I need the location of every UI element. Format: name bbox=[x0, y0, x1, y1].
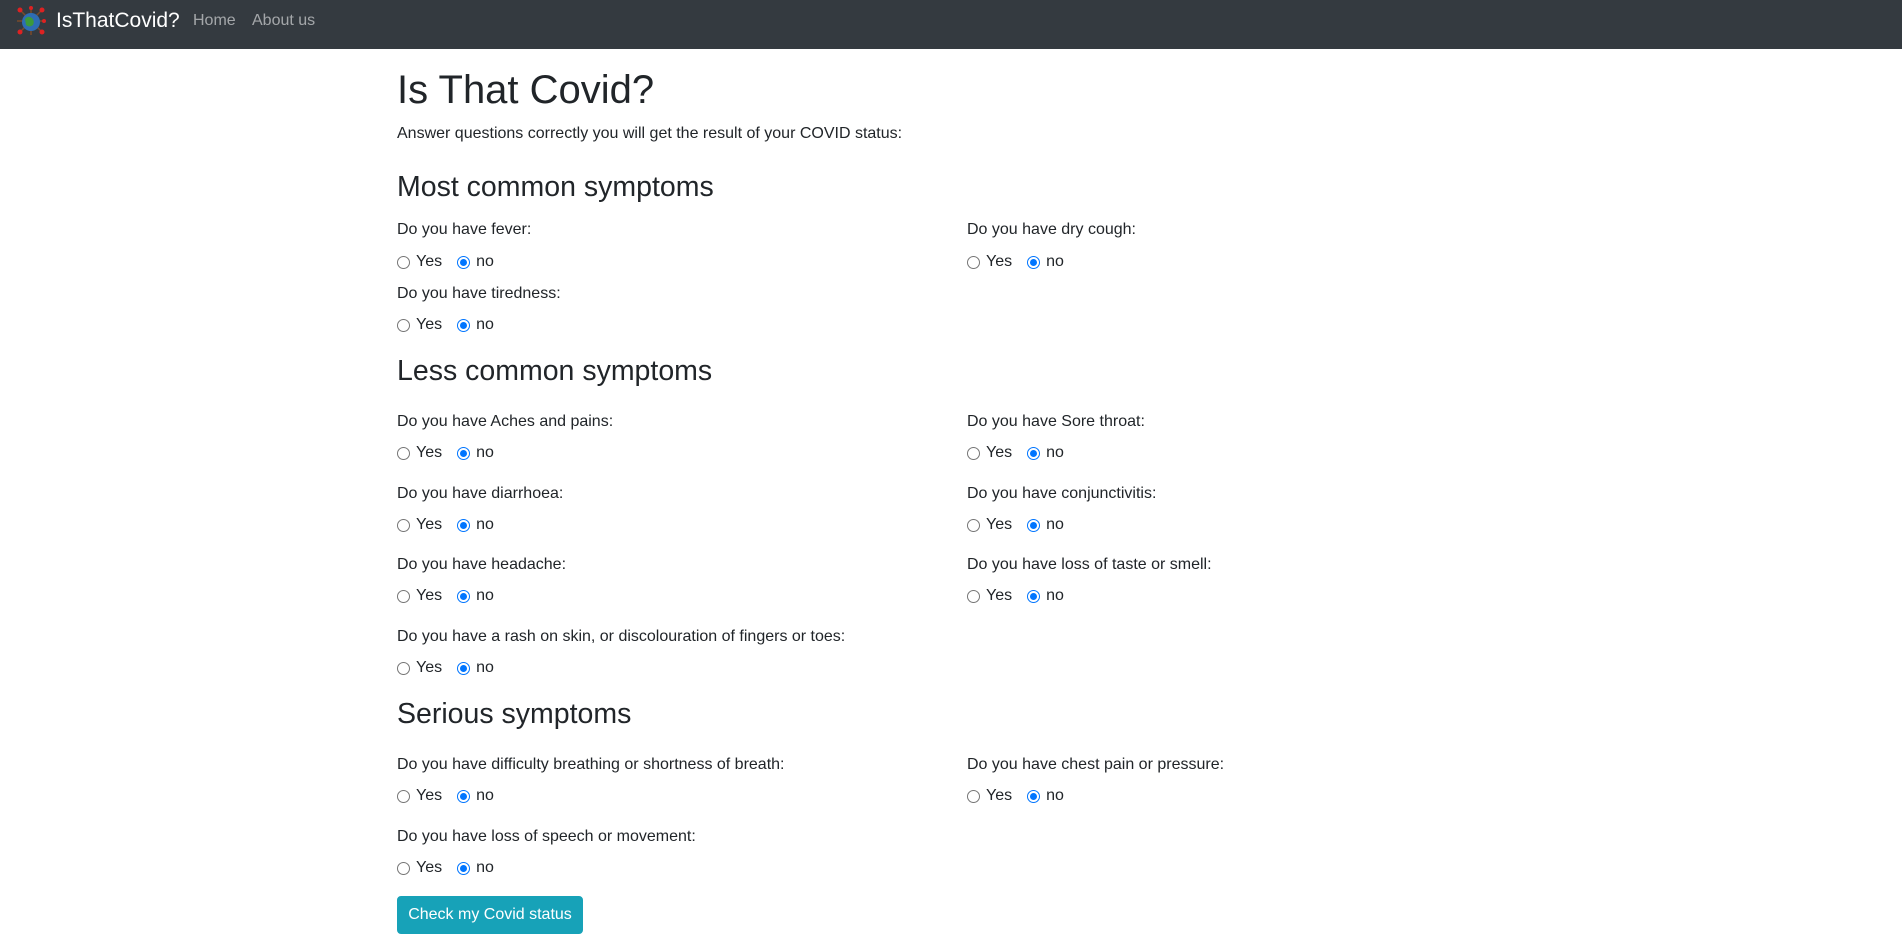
section-title-serious: Serious symptoms bbox=[397, 698, 632, 730]
question-conjunctivitis: Do you have conjunctivitis: bbox=[967, 485, 1157, 502]
radio-fever-yes[interactable] bbox=[397, 255, 410, 269]
radio-label-no[interactable]: no bbox=[476, 587, 494, 605]
radio-label-no[interactable]: no bbox=[476, 659, 494, 677]
radio-aches-no[interactable] bbox=[457, 446, 471, 460]
question-tiredness: Do you have tiredness: bbox=[397, 285, 561, 302]
section-title-less-common: Less common symptoms bbox=[397, 355, 713, 387]
radio-sore-throat-no[interactable] bbox=[1027, 446, 1041, 460]
question-chest-pain: Do you have chest pain or pressure: bbox=[967, 756, 1225, 773]
radio-group-rash: Yes no bbox=[397, 658, 509, 678]
question-diarrhoea: Do you have diarrhoea: bbox=[397, 485, 564, 502]
radio-label-yes[interactable]: Yes bbox=[416, 316, 442, 334]
radio-rash-no[interactable] bbox=[457, 661, 471, 675]
radio-group-tiredness: Yes no bbox=[397, 315, 509, 335]
radio-breathing-yes[interactable] bbox=[397, 789, 410, 803]
question-dry-cough: Do you have dry cough: bbox=[967, 221, 1136, 238]
question-fever: Do you have fever: bbox=[397, 221, 532, 238]
radio-label-no[interactable]: no bbox=[476, 516, 494, 534]
question-rash: Do you have a rash on skin, or discolour… bbox=[397, 628, 846, 645]
navbar: IsThatCovid? Home About us bbox=[0, 0, 1902, 49]
radio-label-no[interactable]: no bbox=[476, 253, 494, 271]
radio-label-no[interactable]: no bbox=[476, 316, 494, 334]
radio-label-no[interactable]: no bbox=[1046, 516, 1064, 534]
radio-conjunctivitis-no[interactable] bbox=[1027, 518, 1041, 532]
virus-logo-icon bbox=[17, 6, 46, 35]
question-taste-smell: Do you have loss of taste or smell: bbox=[967, 556, 1212, 573]
intro-text: Answer questions correctly you will get … bbox=[397, 125, 903, 142]
brand[interactable]: IsThatCovid? bbox=[16, 6, 180, 36]
radio-headache-yes[interactable] bbox=[397, 589, 410, 603]
radio-diarrhoea-yes[interactable] bbox=[397, 518, 410, 532]
radio-label-yes[interactable]: Yes bbox=[986, 253, 1012, 271]
radio-label-yes[interactable]: Yes bbox=[986, 787, 1012, 805]
radio-chest-pain-yes[interactable] bbox=[967, 789, 980, 803]
radio-label-no[interactable]: no bbox=[1046, 787, 1064, 805]
radio-label-yes[interactable]: Yes bbox=[416, 516, 442, 534]
radio-chest-pain-no[interactable] bbox=[1027, 789, 1041, 803]
radio-label-no[interactable]: no bbox=[1046, 253, 1064, 271]
radio-tiredness-no[interactable] bbox=[457, 318, 471, 332]
question-headache: Do you have headache: bbox=[397, 556, 567, 573]
radio-label-yes[interactable]: Yes bbox=[416, 787, 442, 805]
radio-label-yes[interactable]: Yes bbox=[416, 444, 442, 462]
radio-conjunctivitis-yes[interactable] bbox=[967, 518, 980, 532]
radio-label-yes[interactable]: Yes bbox=[416, 253, 442, 271]
radio-fever-no[interactable] bbox=[457, 255, 471, 269]
radio-group-fever: Yes no bbox=[397, 252, 509, 272]
nav-about-link[interactable]: About us bbox=[252, 11, 315, 31]
radio-tiredness-yes[interactable] bbox=[397, 318, 410, 332]
radio-group-aches: Yes no bbox=[397, 443, 509, 463]
radio-taste-smell-no[interactable] bbox=[1027, 589, 1041, 603]
radio-label-yes[interactable]: Yes bbox=[986, 444, 1012, 462]
radio-speech-yes[interactable] bbox=[397, 861, 410, 875]
radio-label-no[interactable]: no bbox=[476, 444, 494, 462]
radio-group-breathing: Yes no bbox=[397, 786, 509, 806]
question-breathing: Do you have difficulty breathing or shor… bbox=[397, 756, 785, 773]
radio-label-no[interactable]: no bbox=[1046, 587, 1064, 605]
radio-group-dry-cough: Yes no bbox=[967, 252, 1079, 272]
question-sore-throat: Do you have Sore throat: bbox=[967, 413, 1145, 430]
question-speech: Do you have loss of speech or movement: bbox=[397, 828, 696, 845]
radio-aches-yes[interactable] bbox=[397, 446, 410, 460]
radio-group-headache: Yes no bbox=[397, 586, 509, 606]
radio-label-yes[interactable]: Yes bbox=[416, 859, 442, 877]
radio-group-speech: Yes no bbox=[397, 858, 509, 878]
radio-dry-cough-yes[interactable] bbox=[967, 255, 980, 269]
radio-group-taste-smell: Yes no bbox=[967, 586, 1079, 606]
radio-rash-yes[interactable] bbox=[397, 661, 410, 675]
radio-diarrhoea-no[interactable] bbox=[457, 518, 471, 532]
radio-dry-cough-no[interactable] bbox=[1027, 255, 1041, 269]
radio-speech-no[interactable] bbox=[457, 861, 471, 875]
brand-name: IsThatCovid? bbox=[56, 9, 180, 32]
radio-group-sore-throat: Yes no bbox=[967, 443, 1079, 463]
radio-label-no[interactable]: no bbox=[476, 787, 494, 805]
radio-group-conjunctivitis: Yes no bbox=[967, 515, 1079, 535]
nav-home-link[interactable]: Home bbox=[193, 11, 236, 31]
check-status-button[interactable]: Check my Covid status bbox=[397, 896, 583, 934]
radio-group-chest-pain: Yes no bbox=[967, 786, 1079, 806]
radio-label-yes[interactable]: Yes bbox=[416, 659, 442, 677]
radio-sore-throat-yes[interactable] bbox=[967, 446, 980, 460]
radio-breathing-no[interactable] bbox=[457, 789, 471, 803]
radio-label-no[interactable]: no bbox=[1046, 444, 1064, 462]
radio-label-yes[interactable]: Yes bbox=[986, 587, 1012, 605]
radio-group-diarrhoea: Yes no bbox=[397, 515, 509, 535]
question-aches: Do you have Aches and pains: bbox=[397, 413, 614, 430]
radio-label-no[interactable]: no bbox=[476, 859, 494, 877]
radio-taste-smell-yes[interactable] bbox=[967, 589, 980, 603]
radio-label-yes[interactable]: Yes bbox=[986, 516, 1012, 534]
radio-label-yes[interactable]: Yes bbox=[416, 587, 442, 605]
page-title: Is That Covid? bbox=[397, 68, 655, 112]
radio-headache-no[interactable] bbox=[457, 589, 471, 603]
section-title-most-common: Most common symptoms bbox=[397, 171, 714, 203]
